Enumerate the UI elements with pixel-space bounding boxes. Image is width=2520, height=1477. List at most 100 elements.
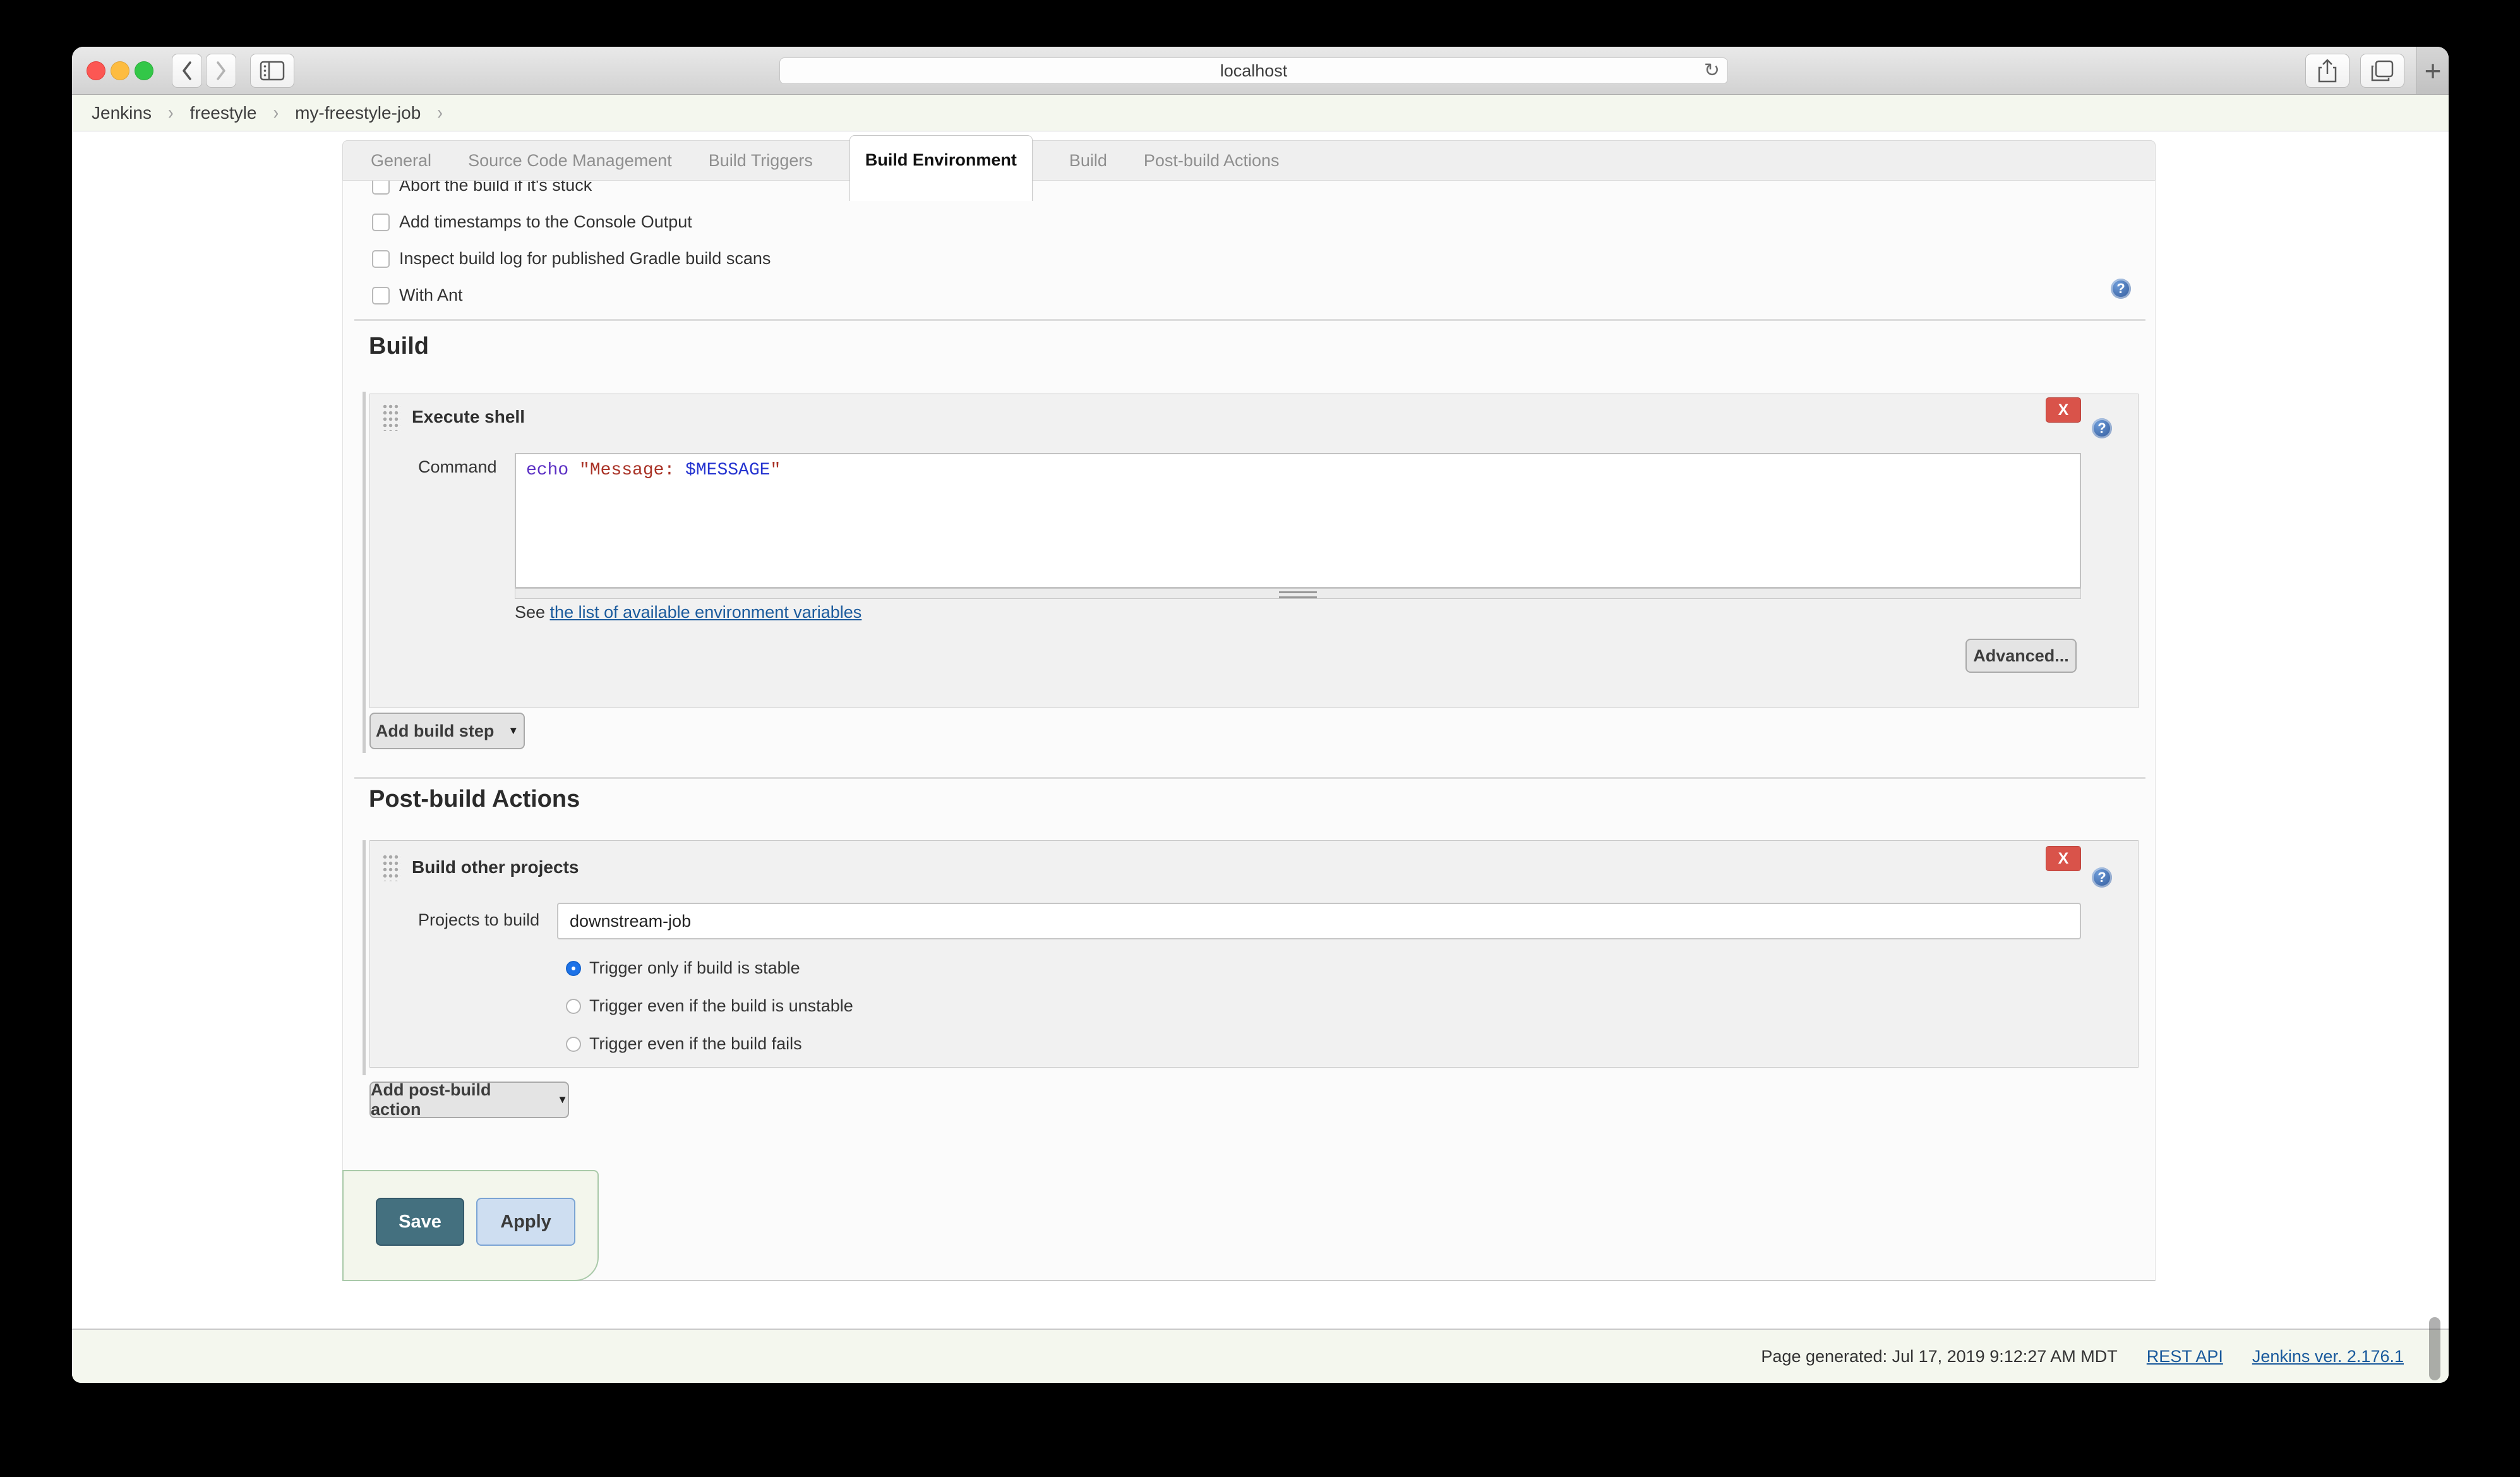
code-token: $MESSAGE xyxy=(685,461,770,480)
sidebar-toggle-button[interactable] xyxy=(250,54,294,88)
checkbox-row: With Ant xyxy=(372,286,463,305)
build-other-projects-title: Build other projects xyxy=(412,857,579,877)
share-icon xyxy=(2318,59,2337,83)
radio-row: Trigger only if build is stable xyxy=(566,958,800,978)
caret-down-icon: ▼ xyxy=(557,1094,568,1106)
browser-toolbar: localhost ↻ + xyxy=(72,47,2449,95)
projects-to-build-input[interactable] xyxy=(557,903,2081,939)
footer: Page generated: Jul 17, 2019 9:12:27 AM … xyxy=(72,1329,2449,1383)
tab-general[interactable]: General xyxy=(371,141,431,180)
checkbox-label: Inspect build log for published Gradle b… xyxy=(399,249,771,268)
execute-shell-title: Execute shell xyxy=(412,407,525,427)
chevron-right-icon xyxy=(214,60,228,81)
radio-label: Trigger only if build is stable xyxy=(589,958,800,978)
breadcrumb-separator-icon: › xyxy=(437,101,443,124)
radio-trigger-stable[interactable] xyxy=(566,961,581,976)
reload-icon[interactable]: ↻ xyxy=(1704,58,1720,83)
browser-window: localhost ↻ + Jenkins › freestyle › my-f… xyxy=(72,47,2449,1383)
checkbox-row: Inspect build log for published Gradle b… xyxy=(372,249,771,268)
jenkins-version-link[interactable]: Jenkins ver. 2.176.1 xyxy=(2252,1347,2404,1366)
drag-handle-icon[interactable] xyxy=(383,855,400,881)
build-other-projects-panel: Build other projects X ? Projects to bui… xyxy=(369,840,2139,1068)
rest-api-link[interactable]: REST API xyxy=(2147,1347,2223,1366)
save-panel: Save Apply xyxy=(342,1170,599,1281)
breadcrumb: Jenkins › freestyle › my-freestyle-job › xyxy=(72,95,2449,131)
checkbox-label: Add timestamps to the Console Output xyxy=(399,212,692,232)
add-post-build-action-label: Add post-build action xyxy=(371,1080,543,1119)
code-token: echo xyxy=(526,461,579,480)
see-prefix: See xyxy=(515,603,550,622)
zoom-window-button[interactable] xyxy=(135,61,153,80)
tab-post-build-actions[interactable]: Post-build Actions xyxy=(1144,141,1280,180)
section-accent-line xyxy=(363,840,366,1075)
execute-shell-panel: Execute shell X ? Command echo "Message:… xyxy=(369,394,2139,708)
back-button[interactable] xyxy=(172,54,202,88)
checkbox-with-ant[interactable] xyxy=(372,287,390,304)
tabs-overview-icon xyxy=(2371,60,2394,81)
section-divider xyxy=(354,319,2145,321)
drag-handle-icon[interactable] xyxy=(383,404,400,431)
help-icon[interactable]: ? xyxy=(2092,867,2112,888)
config-content: Abort the build if it's stuck Add timest… xyxy=(342,181,2156,1281)
page-generated-text: Page generated: Jul 17, 2019 9:12:27 AM … xyxy=(1761,1347,2117,1366)
plus-icon: + xyxy=(2425,54,2442,88)
advanced-button[interactable]: Advanced... xyxy=(1965,639,2077,673)
chevron-left-icon xyxy=(180,60,194,81)
radio-label: Trigger even if the build is unstable xyxy=(589,996,853,1016)
delete-post-build-action-button[interactable]: X xyxy=(2046,846,2081,871)
tab-overview-button[interactable] xyxy=(2360,54,2404,88)
forward-button[interactable] xyxy=(206,54,236,88)
checkbox-add-timestamps[interactable] xyxy=(372,214,390,231)
checkbox-row: Add timestamps to the Console Output xyxy=(372,212,692,232)
checkbox-inspect-gradle[interactable] xyxy=(372,250,390,268)
breadcrumb-item-jenkins[interactable]: Jenkins xyxy=(92,103,152,123)
breadcrumb-item-freestyle[interactable]: freestyle xyxy=(190,103,257,123)
section-accent-line xyxy=(363,392,366,753)
tab-build[interactable]: Build xyxy=(1069,141,1107,180)
section-divider xyxy=(354,777,2145,779)
url-text: localhost xyxy=(780,58,1727,83)
editor-resize-handle[interactable] xyxy=(515,588,2081,599)
minimize-window-button[interactable] xyxy=(111,61,129,80)
new-tab-button[interactable]: + xyxy=(2416,47,2449,94)
checkbox-label: With Ant xyxy=(399,286,463,305)
add-build-step-label: Add build step xyxy=(376,721,494,741)
checkbox-abort-build[interactable] xyxy=(372,181,390,195)
radio-row: Trigger even if the build fails xyxy=(566,1034,802,1054)
tab-build-triggers[interactable]: Build Triggers xyxy=(709,141,813,180)
apply-button[interactable]: Apply xyxy=(476,1198,575,1246)
close-window-button[interactable] xyxy=(87,61,105,80)
save-button[interactable]: Save xyxy=(376,1198,464,1246)
shell-command-editor[interactable]: echo "Message: $MESSAGE" xyxy=(515,453,2081,588)
share-button[interactable] xyxy=(2305,54,2349,88)
radio-row: Trigger even if the build is unstable xyxy=(566,996,853,1016)
projects-to-build-label: Projects to build xyxy=(418,910,539,930)
checkbox-label: Abort the build if it's stuck xyxy=(399,181,592,195)
add-build-step-button[interactable]: Add build step ▼ xyxy=(369,713,525,749)
help-icon[interactable]: ? xyxy=(2092,418,2112,438)
radio-trigger-fails[interactable] xyxy=(566,1037,581,1052)
code-token: "Message: xyxy=(579,461,685,480)
caret-down-icon: ▼ xyxy=(508,725,519,737)
build-section-heading: Build xyxy=(369,333,429,360)
tab-source-code-management[interactable]: Source Code Management xyxy=(468,141,672,180)
config-tab-bar: General Source Code Management Build Tri… xyxy=(342,140,2156,181)
code-token: " xyxy=(770,461,781,480)
env-vars-hint: See the list of available environment va… xyxy=(515,603,861,622)
add-post-build-action-button[interactable]: Add post-build action ▼ xyxy=(369,1082,569,1118)
radio-trigger-unstable[interactable] xyxy=(566,999,581,1014)
checkbox-row: Abort the build if it's stuck xyxy=(372,181,592,195)
command-label: Command xyxy=(418,457,497,477)
post-build-section-heading: Post-build Actions xyxy=(369,786,580,813)
address-bar[interactable]: localhost ↻ xyxy=(779,57,1728,84)
breadcrumb-item-job[interactable]: my-freestyle-job xyxy=(295,103,421,123)
breadcrumb-separator-icon: › xyxy=(273,101,279,124)
help-icon[interactable]: ? xyxy=(2111,279,2131,299)
radio-label: Trigger even if the build fails xyxy=(589,1034,802,1054)
sidebar-icon xyxy=(260,61,285,81)
breadcrumb-separator-icon: › xyxy=(168,101,174,124)
tab-build-environment[interactable]: Build Environment xyxy=(849,135,1033,201)
delete-build-step-button[interactable]: X xyxy=(2046,397,2081,423)
environment-variables-link[interactable]: the list of available environment variab… xyxy=(550,603,862,622)
scrollbar-thumb[interactable] xyxy=(2429,1317,2440,1380)
